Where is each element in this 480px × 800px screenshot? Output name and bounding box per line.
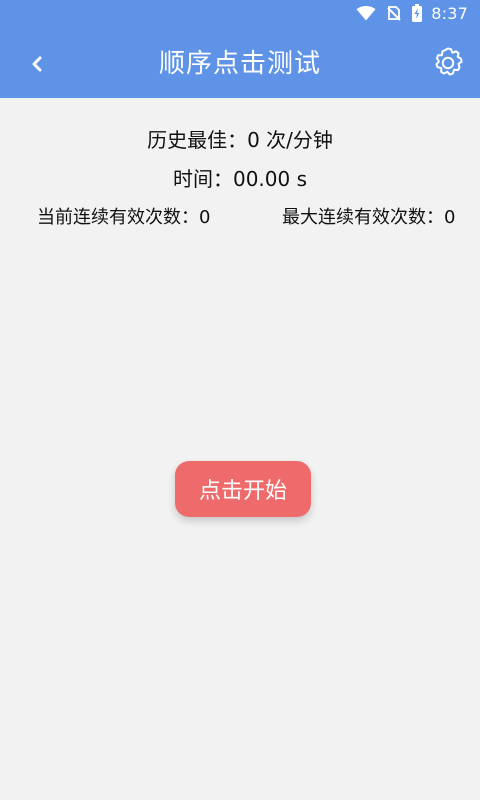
wifi-icon xyxy=(355,4,377,22)
status-time: 8:37 xyxy=(431,3,468,23)
time-value: 00.00 s xyxy=(232,167,308,191)
page-title: 顺序点击测试 xyxy=(158,49,321,79)
app-header: 8:37 顺序点击测试 xyxy=(0,0,480,98)
time-row: 时间：00.00 s xyxy=(0,165,480,193)
best-score-label: 历史最佳： xyxy=(147,128,248,152)
time-label: 时间： xyxy=(172,167,233,191)
no-sim-icon xyxy=(385,4,403,22)
gear-icon xyxy=(435,47,463,76)
battery-charging-icon xyxy=(411,3,423,23)
status-bar: 8:37 xyxy=(0,0,480,26)
current-streak: 当前连续有效次数：0 xyxy=(37,207,211,228)
best-score-row: 历史最佳：0 次/分钟 xyxy=(0,126,480,154)
max-streak: 最大连续有效次数：0 xyxy=(282,207,456,228)
start-button[interactable]: 点击开始 xyxy=(175,461,311,517)
settings-button[interactable] xyxy=(428,43,468,83)
status-icons: 8:37 xyxy=(355,3,468,23)
best-score-value: 0 次/分钟 xyxy=(247,128,333,152)
